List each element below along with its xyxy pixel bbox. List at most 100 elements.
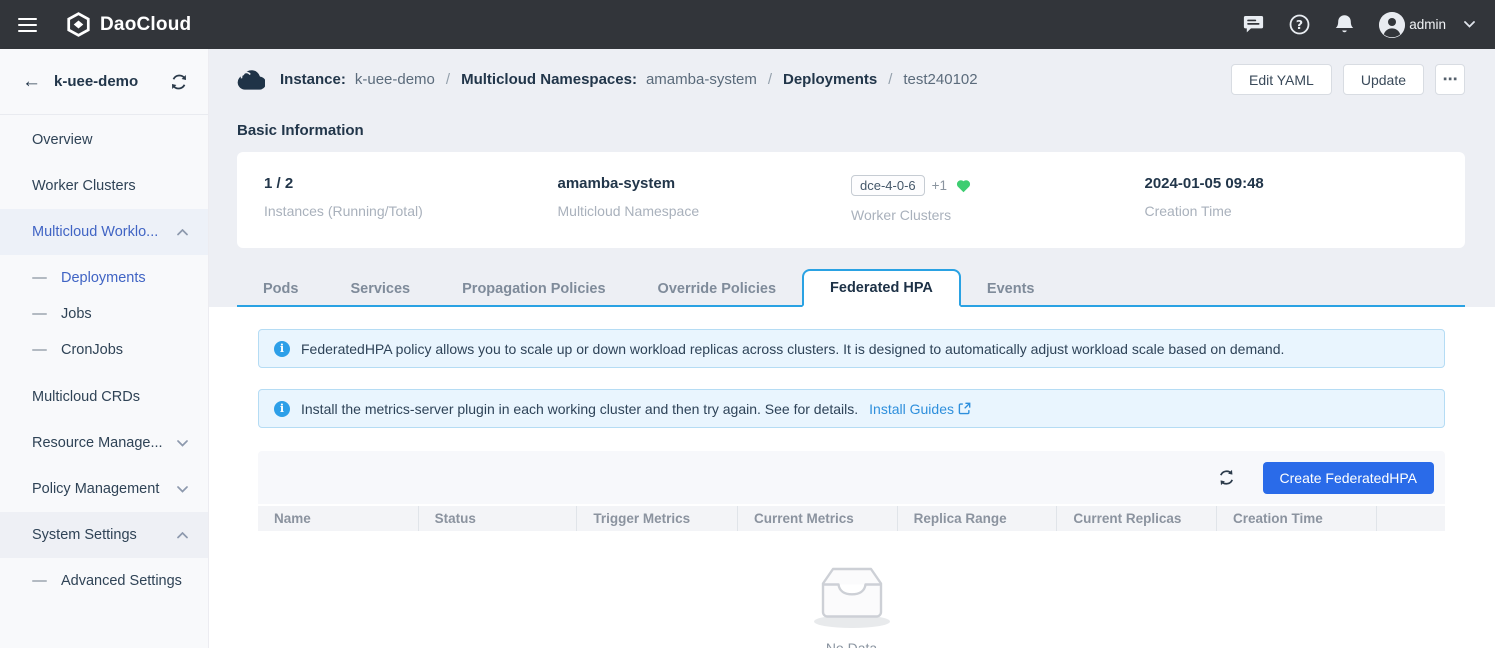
table-header-creation-time: Creation Time [1216,506,1376,531]
cluster-extra-count[interactable]: +1 [932,178,947,193]
breadcrumb-separator: / [446,71,450,88]
metrics-server-banner: i Install the metrics-server plugin in e… [258,389,1445,428]
user-menu[interactable]: admin [1379,12,1475,38]
sidebar-item-deployments[interactable]: Deployments [0,260,208,296]
info-icon: i [274,341,290,357]
chevron-down-icon[interactable] [1464,21,1475,28]
sidebar-item-label: Advanced Settings [61,573,182,589]
sidebar-group-multicloud-workloads[interactable]: Multicloud Worklo... [0,209,208,255]
avatar[interactable] [1379,12,1405,38]
sidebar-item-advanced-settings[interactable]: Advanced Settings [0,563,208,599]
sidebar: ← k-uee-demo Overview Worker Clusters Mu… [0,49,209,648]
breadcrumb-instance-label: Instance: [280,71,346,88]
chevron-up-icon [177,532,188,539]
table-header-status: Status [418,506,577,531]
brand-logo[interactable]: DaoCloud [66,12,191,37]
sidebar-item-label: System Settings [32,527,137,543]
field-creation-time: 2024-01-05 09:48 Creation Time [1145,175,1439,223]
policy-info-banner: i FederatedHPA policy allows you to scal… [258,329,1445,368]
creation-time-label: Creation Time [1145,203,1439,219]
brand-name: DaoCloud [100,14,191,36]
sidebar-item-label: CronJobs [61,342,123,358]
sidebar-group-policy-management[interactable]: Policy Management [0,466,208,512]
table-toolbar: Create FederatedHPA [258,451,1445,504]
create-federatedhpa-button[interactable]: Create FederatedHPA [1263,462,1434,494]
breadcrumb-separator: / [768,71,772,88]
dash-icon [32,277,47,279]
worker-clusters-label: Worker Clusters [851,207,1145,223]
table-header-actions [1376,506,1445,531]
sidebar-item-label: Multicloud CRDs [32,389,140,405]
tab-pods[interactable]: Pods [237,272,324,305]
breadcrumb-resource: test240102 [903,71,977,88]
detail-tabs: Pods Services Propagation Policies Overr… [237,269,1465,307]
breadcrumb-section[interactable]: Deployments [783,71,877,88]
more-actions-button[interactable]: ⋯ [1435,64,1465,95]
tab-override-policies[interactable]: Override Policies [632,272,802,305]
instances-value: 1 / 2 [264,175,558,192]
breadcrumb-namespaces-value[interactable]: amamba-system [646,71,757,88]
chevron-down-icon [177,440,188,447]
heart-health-icon [956,179,971,193]
sidebar-item-label: Jobs [61,306,92,322]
sidebar-item-label: Policy Management [32,481,159,497]
topbar: DaoCloud ? [0,0,1495,49]
table-header-name: Name [258,506,418,531]
tab-federated-hpa[interactable]: Federated HPA [802,269,961,307]
breadcrumb-instance-value[interactable]: k-uee-demo [355,71,435,88]
instances-label: Instances (Running/Total) [264,203,558,219]
tab-events[interactable]: Events [961,272,1061,305]
sidebar-item-worker-clusters[interactable]: Worker Clusters [0,163,208,209]
empty-state: No Data [258,566,1445,648]
bell-icon[interactable] [1335,14,1354,35]
app-window: DaoCloud ? [0,0,1495,648]
switch-workspace-icon[interactable] [170,74,188,90]
cloud-icon [237,69,265,90]
refresh-icon[interactable] [1217,468,1236,487]
sidebar-item-label: Deployments [61,270,146,286]
chevron-up-icon [177,229,188,236]
federated-hpa-panel: i FederatedHPA policy allows you to scal… [209,307,1495,648]
creation-time-value: 2024-01-05 09:48 [1145,175,1439,192]
edit-yaml-button[interactable]: Edit YAML [1231,64,1332,95]
table-header-replica-range: Replica Range [897,506,1057,531]
breadcrumb-namespaces-label: Multicloud Namespaces: [461,71,637,88]
menu-icon[interactable] [18,18,37,32]
field-worker-clusters: dce-4-0-6 +1 Worker Clusters [851,175,1145,223]
empty-inbox-icon [819,566,885,628]
install-guides-link[interactable]: Install Guides [869,401,971,417]
cluster-tag: dce-4-0-6 [851,175,925,196]
sidebar-header: ← k-uee-demo [0,49,208,115]
chat-icon[interactable] [1243,15,1264,34]
namespace-value: amamba-system [558,175,852,192]
table-header-trigger-metrics: Trigger Metrics [576,506,737,531]
sidebar-group-resource-management[interactable]: Resource Manage... [0,420,208,466]
update-button[interactable]: Update [1343,64,1424,95]
dash-icon [32,313,47,315]
install-guides-label[interactable]: Install Guides [869,401,954,417]
sidebar-item-jobs[interactable]: Jobs [0,296,208,332]
tab-services[interactable]: Services [324,272,436,305]
policy-banner-text: FederatedHPA policy allows you to scale … [301,341,1284,357]
sidebar-nav: Overview Worker Clusters Multicloud Work… [0,115,208,605]
empty-text: No Data [826,640,877,648]
tab-propagation-policies[interactable]: Propagation Policies [436,272,631,305]
sidebar-item-label: Multicloud Worklo... [32,224,158,240]
main-content: Instance: k-uee-demo / Multicloud Namesp… [209,49,1495,648]
table-header: Name Status Trigger Metrics Current Metr… [258,504,1445,531]
sidebar-group-system-settings[interactable]: System Settings [0,512,208,558]
sidebar-item-label: Worker Clusters [32,178,136,194]
back-icon[interactable]: ← [22,72,41,91]
sidebar-item-cronjobs[interactable]: CronJobs [0,332,208,368]
breadcrumb: Instance: k-uee-demo / Multicloud Namesp… [237,69,978,90]
username[interactable]: admin [1409,17,1446,32]
table-header-current-replicas: Current Replicas [1056,506,1216,531]
field-namespace: amamba-system Multicloud Namespace [558,175,852,223]
sidebar-item-overview[interactable]: Overview [0,117,208,163]
sidebar-item-multicloud-crds[interactable]: Multicloud CRDs [0,374,208,420]
help-icon[interactable]: ? [1289,14,1310,35]
table-header-current-metrics: Current Metrics [737,506,897,531]
basic-information-title: Basic Information [209,122,1495,139]
dash-icon [32,349,47,351]
dash-icon [32,580,47,582]
